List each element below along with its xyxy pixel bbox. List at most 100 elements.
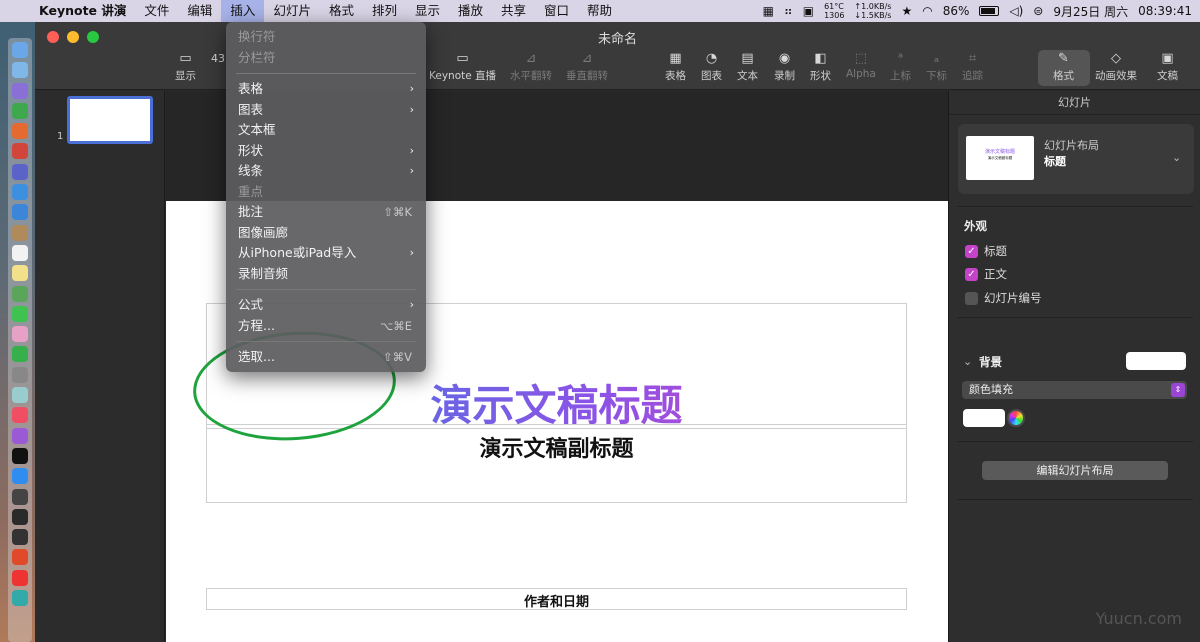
chevron-down-icon[interactable]: ⌄ [1172,151,1181,164]
slide-layout-picker[interactable]: 演示文稿标题 演示文稿副标题 幻灯片布局 标题 ⌄ [958,124,1194,194]
document-button[interactable]: ▣ 文稿 [1157,52,1178,83]
activity-icon[interactable] [12,508,28,525]
app-icon[interactable] [12,163,28,180]
slide-thumbnail[interactable] [67,96,153,144]
menu-item-record-audio[interactable]: 录制音频 [226,264,426,285]
console-icon[interactable] [12,529,28,546]
settings-icon[interactable] [12,366,28,383]
control-center-icon[interactable]: ⊜ [1033,4,1043,18]
maps-icon[interactable] [12,285,28,302]
safari-icon[interactable] [12,184,28,201]
siri-icon[interactable] [12,82,28,99]
calendar-icon[interactable] [12,244,28,261]
menu-item-table[interactable]: 表格 › [226,79,426,100]
text-button[interactable]: ▤ 文本 [737,52,758,83]
edit-slide-layout-button[interactable]: 编辑幻灯片布局 [982,461,1168,480]
menu-date[interactable]: 9月25日 周六 [1053,3,1128,20]
menu-item-text-box[interactable]: 文本框 [226,120,426,141]
menu-item-column-break[interactable]: 分栏符 [226,48,426,69]
body-checkbox[interactable]: ✓ 正文 [965,266,1007,282]
menu-app[interactable]: Keynote 讲演 [30,0,135,22]
title-checkbox[interactable]: ✓ 标题 [965,243,1007,259]
table-button[interactable]: ▦ 表格 [665,52,686,83]
terminal-icon[interactable] [12,488,28,505]
app-icon[interactable] [12,590,28,607]
menu-item-formula[interactable]: 公式 › [226,295,426,316]
volume-icon[interactable]: ◁) [1009,4,1023,18]
android-icon[interactable] [12,102,28,119]
appstore-icon[interactable] [12,468,28,485]
menu-item-choose[interactable]: 选取... ⇧⌘V [226,347,426,368]
background-color-swatch[interactable] [1126,352,1186,370]
flip-v-button[interactable]: ⊿ 垂直翻转 [566,52,608,83]
mail-icon[interactable] [12,204,28,221]
animate-button[interactable]: ◇ 动画效果 [1095,52,1137,83]
slide-number-checkbox[interactable]: 幻灯片编号 [965,290,1042,306]
launchpad-icon[interactable] [12,62,28,79]
menu-item-highlight[interactable]: 重点 [226,182,426,203]
app-icon[interactable] [12,143,28,160]
slide-author[interactable]: 作者和日期 [207,591,906,610]
crop-button[interactable]: ⌗ 追踪 [962,52,983,83]
menu-file[interactable]: 文件 [135,0,178,22]
flip-h-button[interactable]: ⊿ 水平翻转 [510,52,552,83]
zoom-menu[interactable]: 43 [211,52,225,68]
format-button[interactable]: ✎ 格式 [1053,52,1074,83]
subscript-button[interactable]: ₐ 下标 [926,52,947,83]
menu-item-comment[interactable]: 批注 ⇧⌘K [226,202,426,223]
layout-name: 标题 [1044,155,1066,168]
menu-item-line-break[interactable]: 换行符 [226,27,426,48]
notes-icon[interactable] [12,265,28,282]
star-icon[interactable]: ★ [901,4,912,18]
view-button[interactable]: ▭ 显示 [175,52,196,83]
dots-icon[interactable]: ⠶ [784,4,793,18]
menu-play[interactable]: 播放 [449,0,492,22]
menu-slide[interactable]: 幻灯片 [264,0,320,22]
temp-readout[interactable]: 61°C 1306 [824,2,844,20]
chevron-down-icon[interactable]: ⌄ [963,355,972,368]
finder-icon[interactable] [12,42,28,58]
podcasts-icon[interactable] [12,427,28,444]
brave-icon[interactable] [12,549,28,566]
chart-button[interactable]: ◔ 图表 [701,52,722,83]
record-button[interactable]: ◉ 录制 [774,52,795,83]
menu-item-chart[interactable]: 图表 › [226,100,426,121]
alpha-button[interactable]: ⬚ Alpha [846,52,876,81]
menu-view[interactable]: 显示 [406,0,449,22]
menu-edit[interactable]: 编辑 [178,0,221,22]
network-readout[interactable]: ↑1.0KB/s ↓1.5KB/s [854,2,891,20]
menu-time[interactable]: 08:39:41 [1138,4,1192,18]
color-wheel-icon[interactable] [1007,409,1025,427]
menu-format[interactable]: 格式 [320,0,363,22]
menu-window[interactable]: 窗口 [535,0,578,22]
photos-icon[interactable] [12,326,28,343]
facetime-icon[interactable] [12,346,28,363]
menu-help[interactable]: 帮助 [578,0,621,22]
messages-icon[interactable] [12,305,28,322]
menu-insert[interactable]: 插入 [221,0,265,22]
app-icon[interactable] [12,387,28,404]
display-icon[interactable]: ▣ [803,4,814,18]
tv-icon[interactable] [12,447,28,464]
battery-percent[interactable]: 86% [943,4,970,18]
contacts-icon[interactable] [12,224,28,241]
superscript-button[interactable]: ᵃ 上标 [890,52,911,83]
menu-item-import-from-iphone[interactable]: 从iPhone或iPad导入 › [226,243,426,264]
yandex-icon[interactable] [12,569,28,586]
color-well[interactable] [963,409,1005,427]
firefox-icon[interactable] [12,123,28,140]
menu-share[interactable]: 共享 [492,0,535,22]
grid-icon[interactable]: ▦ [763,4,774,18]
author-textbox[interactable]: 作者和日期 [206,588,907,610]
shape-button[interactable]: ◧ 形状 [810,52,831,83]
menu-item-line[interactable]: 线条 › [226,161,426,182]
menu-item-image-gallery[interactable]: 图像画廊 [226,223,426,244]
wifi-icon[interactable]: ◠ [922,4,932,18]
menu-arrange[interactable]: 排列 [363,0,406,22]
battery-icon[interactable] [979,6,1000,16]
menu-item-shape[interactable]: 形状 › [226,141,426,162]
menu-item-equation[interactable]: 方程... ⌥⌘E [226,316,426,337]
keynote-live-button[interactable]: ▭ Keynote 直播 [429,52,496,83]
music-icon[interactable] [12,407,28,424]
fill-type-select[interactable]: 颜色填充 ⇕ [962,381,1187,399]
